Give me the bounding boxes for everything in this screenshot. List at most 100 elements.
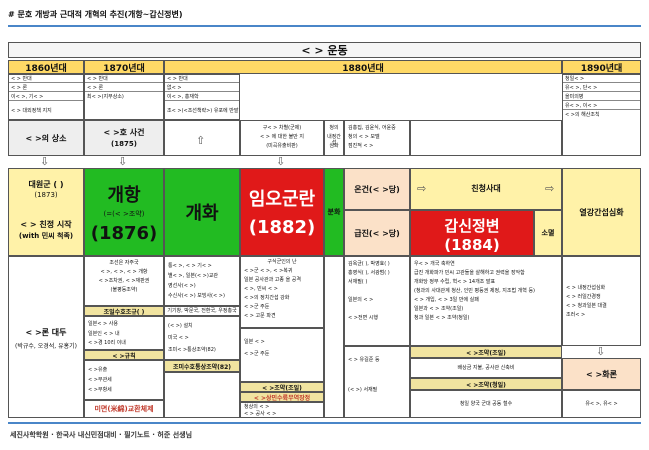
- kyorui-label: 미면(米綿)교환체제: [84, 400, 164, 418]
- hanseong-treaty: < >조약(조일): [410, 346, 562, 358]
- trade-title: 조일수호조규( ): [84, 306, 164, 316]
- col1-daewongun-box: 대원군 ( ) (1873) < > 친정 시작 (with 민씨 척족): [8, 168, 84, 256]
- col3-bottom-blank: [164, 372, 240, 418]
- col1-row: < > 대외정책 지지: [11, 108, 52, 114]
- top-rule: [8, 25, 641, 27]
- tianjin-treaty: < >조약(청일): [410, 378, 562, 390]
- note-line: 영선사(< >): [168, 283, 196, 289]
- right-arrow-icon: ⇨: [417, 182, 427, 195]
- col6-bottom-row: < > 유길준 등: [348, 357, 380, 363]
- col3-row: 이< >, 홍재학: [165, 93, 239, 101]
- col3-gaehwa-box: 개화: [164, 168, 240, 256]
- trade-rows: 일본< > 사용 일본인 < > 내 < >경 10리 이내: [84, 316, 164, 350]
- trade-row: 일본인 < > 내: [88, 331, 120, 337]
- note-line: 급진 개화파가 민씨 고관들을 살해하고 권력을 장악함: [414, 270, 525, 276]
- col1-row: < > 반대: [9, 75, 83, 83]
- down-arrow-icon: ⇩: [276, 155, 286, 168]
- somyeol-label: 소멸: [534, 210, 562, 256]
- note-line: (청과의 사대관계 청산, 인민 평등권 제정, 지조법 개혁 등): [414, 288, 535, 294]
- note-line: 조선은 자주국: [109, 260, 139, 266]
- col4-top: 구< > 차별(군제) < > 에 대한 불만 지 (미곡유출비판): [240, 120, 324, 156]
- col3-row: 없< >: [165, 84, 239, 92]
- note-line: < >, < >, < > 개항: [100, 269, 148, 275]
- col8-bottom-row: 유< >, 유< >: [562, 390, 641, 418]
- col5-top-row: 청의: [329, 125, 339, 131]
- col5-top: 청의 내정간섭 심화: [324, 120, 344, 156]
- gyugyu-rows: < >유출 < >무관세 < >무항세: [84, 360, 164, 400]
- col5-bottom: [324, 256, 344, 418]
- treaty-year: (1876): [90, 223, 158, 244]
- col8-mid-row: < > 내정간섭심화: [566, 285, 606, 291]
- trade-row: < >경 10리 이내: [88, 340, 126, 346]
- note-line: 서재필( ): [348, 279, 368, 285]
- col8-row: 유< >, 이< >: [563, 102, 640, 110]
- col3-right-rows: (< >) 설치 미국 < > 조미< >통상조약(82): [164, 316, 240, 360]
- col3-mid-row: 기기창, 박문국, 전환국, 우정총국: [164, 306, 240, 316]
- hwaron-label: < >화론: [562, 358, 641, 390]
- note-line: 일본과 < > 조약(조일): [414, 306, 464, 312]
- imo-year: (1882): [248, 217, 316, 238]
- col6-bottom: < > 유길준 등 (< >) 서재필: [344, 346, 410, 418]
- bunhwa-label: 분화: [324, 168, 344, 256]
- col8-row: 을미의병: [563, 93, 640, 101]
- gyugyu-row: < >무관세: [88, 377, 112, 383]
- imo-label: 임오군란: [248, 189, 316, 210]
- up-arrow-icon: ⇧: [196, 134, 206, 147]
- col7-top: [410, 120, 562, 156]
- sangmin-row: < > 공사 < >: [244, 411, 277, 417]
- bottom-rule: [8, 422, 641, 424]
- col8-rows: < > 내정간섭심화 < > 러일간경쟁 < > 청과일본 대결 조러< >: [562, 256, 641, 346]
- gyugyu-title: < >규칙: [84, 350, 164, 360]
- geupjin-label: 급진(< >당): [344, 210, 410, 256]
- down-arrow-icon: ⇩: [40, 155, 50, 168]
- col8-mid-row: < > 청과일본 대결: [566, 303, 607, 309]
- col8-mid-row: < > 러일간경쟁: [566, 294, 601, 300]
- daewongun-label: 대원군 ( ): [28, 180, 64, 189]
- col2-gaehang-box: 개항 (=(< >조약) (1876): [84, 168, 164, 256]
- note-line: 구식군인의 난: [267, 259, 297, 265]
- note-line: < > 고문 파견: [244, 313, 276, 319]
- gyugyu-row: < >무항세: [88, 387, 112, 393]
- col7-chinchung-box: ⇨ 친청사대 ⇨: [410, 168, 562, 210]
- gapsin-label: 갑신정변: [444, 217, 500, 235]
- col3-right-row: 미국 < >: [168, 335, 189, 341]
- era-1890s: 1890년대: [562, 60, 641, 74]
- col8-top-rows: 청일< > 유< >, 단< > 을미의병 유< >, 이< > < >의 해산…: [562, 74, 641, 156]
- unyo-year: (1875): [111, 140, 137, 148]
- right-arrow-icon: ⇨: [545, 182, 555, 195]
- col3-row: 조< >(<조선책략>) 유포에 반발: [167, 108, 239, 114]
- note-line: 홍영식( ), 서광범( ): [348, 270, 390, 276]
- gyugyu-row: < >유출: [88, 367, 108, 373]
- note-line: 일본 공사관과 고종 을 공격: [244, 277, 301, 283]
- col1-row: < > 론: [9, 84, 83, 92]
- sangmin-treaty: < >상민수륙무역장정: [240, 392, 324, 402]
- treaty-label: (=(< >조약): [103, 210, 145, 218]
- note-line: < >의 정치간섭 강화: [244, 295, 290, 301]
- col8-mid-row: 조러< >: [566, 312, 586, 318]
- col6-top-row: 점진적 < >: [348, 143, 374, 149]
- gaehang-label: 개항: [107, 185, 141, 206]
- sangmin-row: 청상의 < >: [244, 404, 270, 410]
- chinjeong-sub: (with 민씨 척족): [18, 232, 74, 240]
- era-1860s: 1860년대: [8, 60, 84, 74]
- col1-top-rows: < > 반대 < > 론 이< >, 기< > < > 대외정책 지지: [8, 74, 84, 120]
- note-line: (불평등조약): [110, 287, 138, 293]
- col7-gapsin-box: 갑신정변 (1884): [410, 210, 534, 256]
- joyak-row: < >군 주둔: [244, 351, 270, 357]
- tianjin-row: 청일 양국 군대 공동 철수: [410, 390, 562, 418]
- hanseong-row: 배상금 지불, 공사관 신축비: [410, 358, 562, 378]
- unyo-incident: < >호 사건: [103, 128, 145, 137]
- page-title: # 문호 개방과 근대적 개혁의 추진(개항~갑신정변): [8, 10, 183, 19]
- down-arrow-icon: ⇩: [596, 345, 606, 358]
- col6-top-row: 청의 < > 모델: [348, 134, 380, 140]
- col2-incident-box: < >호 사건 (1875): [84, 120, 164, 156]
- note-line: < > 개입, < > 3일 만에 실패: [414, 297, 479, 303]
- note-line: < >군 < >, < >복귀: [244, 268, 293, 274]
- note-line: 별< >, 일본(< >)교관: [168, 273, 219, 279]
- era-1870s: 1870년대: [84, 60, 164, 74]
- jemulpo-treaty: < >조약(조일): [240, 382, 324, 392]
- col3-right-row: 조미< >통상조약(82): [168, 347, 216, 353]
- col4-top-row: (미곡유출비판): [266, 143, 298, 149]
- note-line: < >군 주둔: [244, 304, 270, 310]
- col4-imo-box: 임오군란 (1882): [240, 168, 324, 256]
